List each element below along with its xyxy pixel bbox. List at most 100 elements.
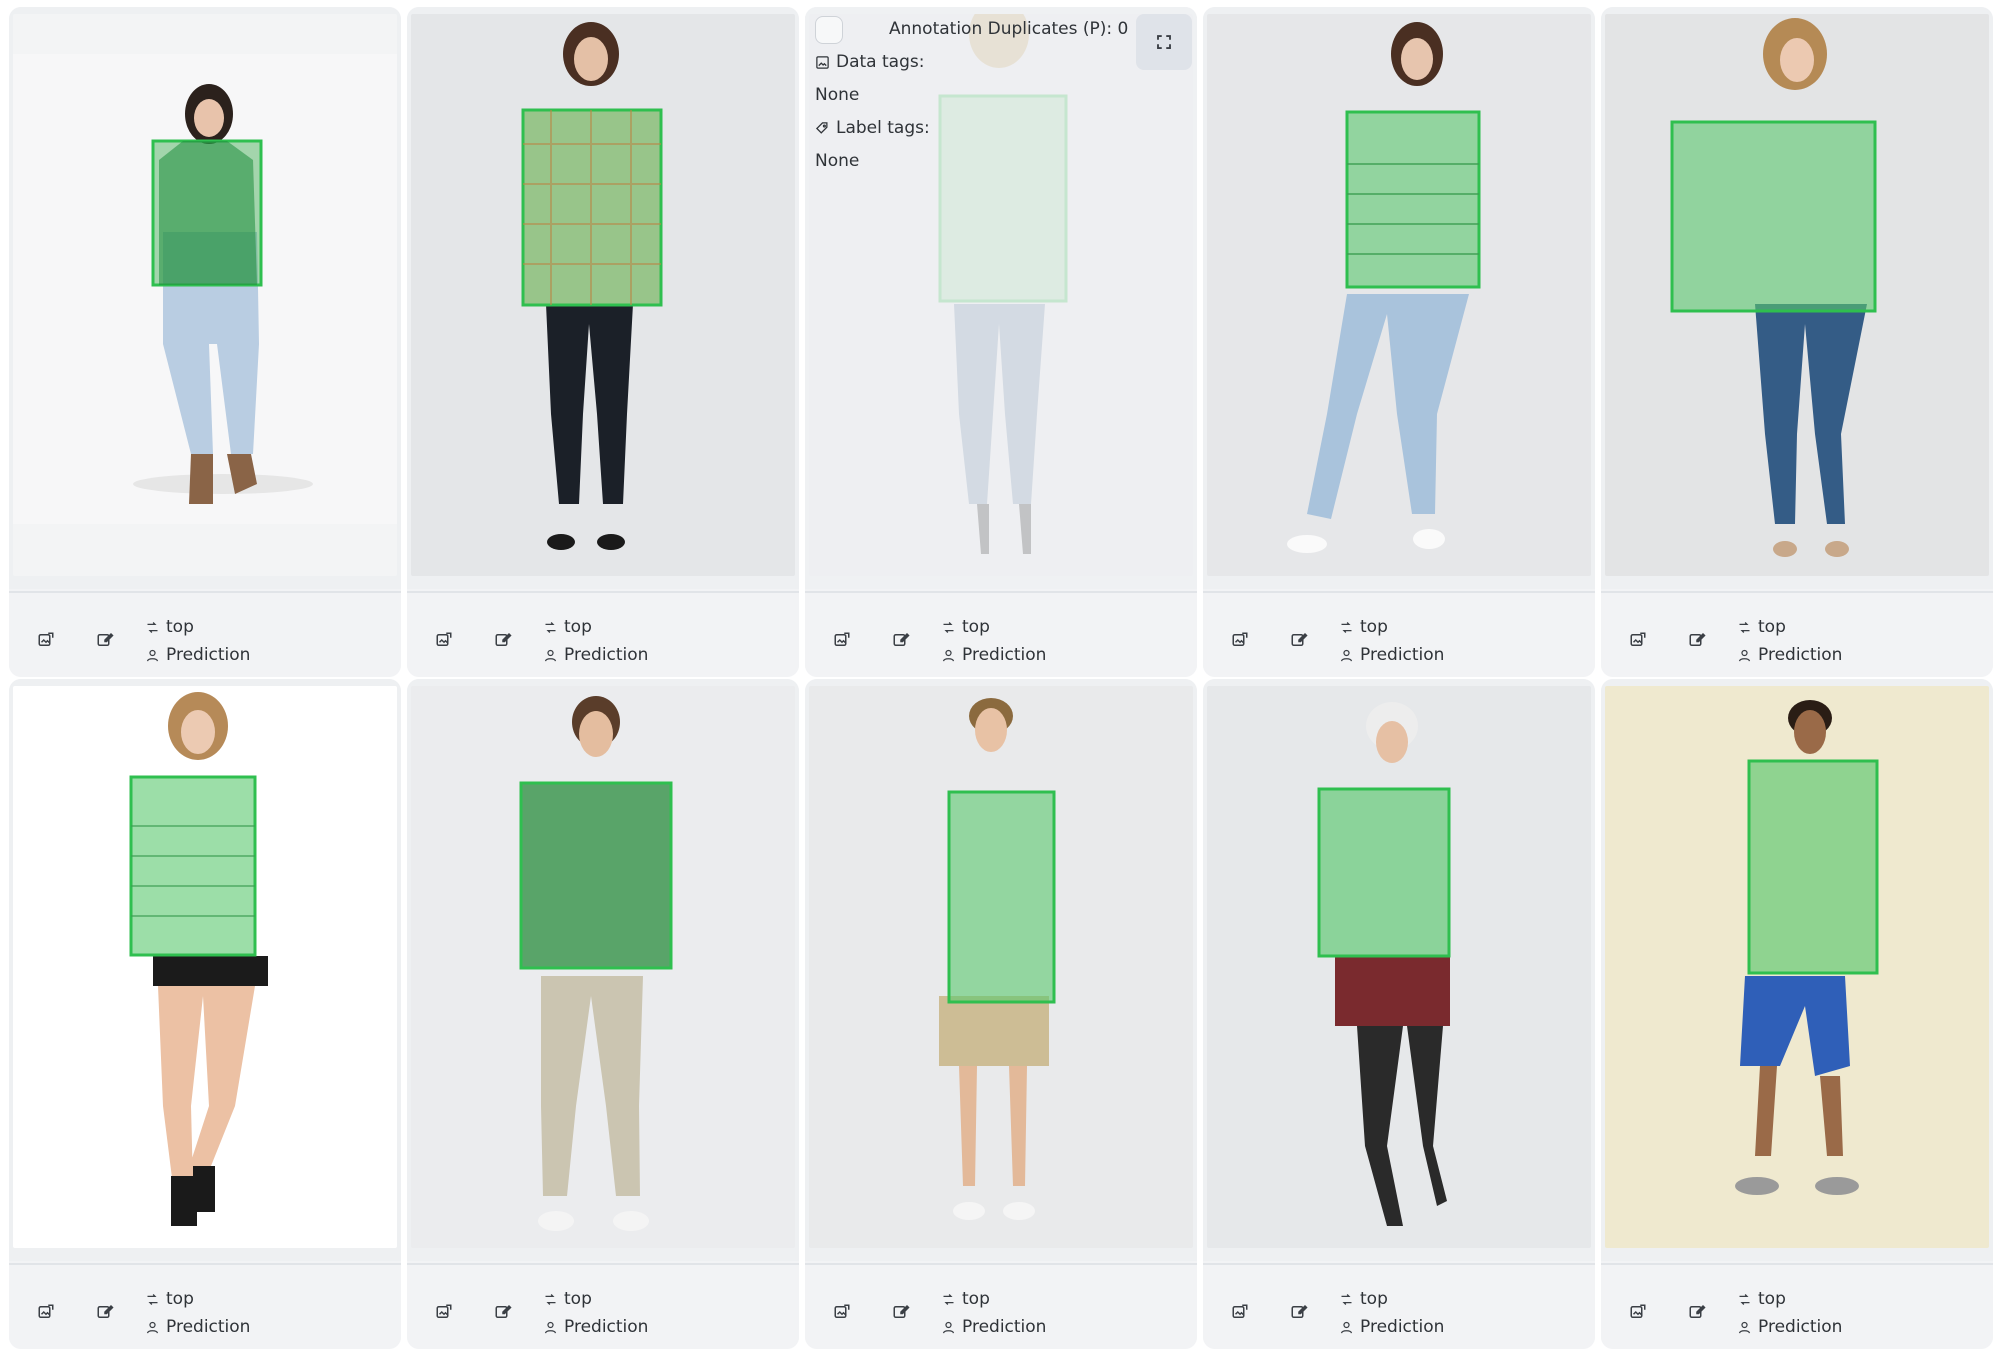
edit-icon[interactable] [493,630,513,650]
card-footer: top Prediction [407,591,799,677]
annotation-meta: top Prediction [543,613,648,669]
annotation-meta: top Prediction [145,613,250,669]
image-card[interactable]: top Prediction [407,679,799,1349]
source-text: Prediction [1360,645,1445,665]
image-area[interactable] [407,679,799,1261]
edit-icon[interactable] [1687,630,1707,650]
user-icon [1738,649,1751,661]
label-tags-text: Label tags: [836,118,930,138]
user-icon [544,649,557,661]
source-text: Prediction [564,1317,649,1337]
image-thumbnail[interactable] [13,686,397,1248]
edit-icon[interactable] [1289,630,1309,650]
label-icon [545,1293,556,1305]
card-footer: top Prediction [805,591,1197,677]
view-image-icon[interactable] [434,1302,454,1322]
image-card-hovered[interactable]: Annotation Duplicates (P): 0 Data tags: … [805,7,1197,677]
tag-icon [815,121,828,134]
image-card[interactable]: top Prediction [1601,7,1993,677]
view-image-icon[interactable] [36,630,56,650]
image-card[interactable]: top Prediction [1601,679,1993,1349]
source-text: Prediction [962,645,1047,665]
label-icon [943,621,954,633]
card-footer: top Prediction [1601,1263,1993,1349]
label-icon [1739,1293,1750,1305]
edit-icon[interactable] [1289,1302,1309,1322]
image-thumbnail[interactable] [1207,686,1591,1248]
image-area[interactable] [1601,679,1993,1261]
expand-button[interactable] [1136,14,1192,70]
label-text: top [564,617,592,637]
user-icon [146,649,159,661]
view-image-icon[interactable] [1628,630,1648,650]
data-tags-label: Data tags: [815,52,924,72]
image-card[interactable]: top Prediction [9,7,401,677]
image-card[interactable]: top Prediction [9,679,401,1349]
label-icon [147,621,158,633]
card-footer: top Prediction [9,1263,401,1349]
view-image-icon[interactable] [832,630,852,650]
user-icon [1340,649,1353,661]
user-icon [942,1321,955,1333]
image-thumbnail[interactable] [411,686,795,1248]
annotation-meta: top Prediction [941,1285,1046,1341]
annotation-meta: top Prediction [1339,613,1444,669]
image-thumbnail[interactable] [411,14,795,576]
edit-icon[interactable] [95,630,115,650]
annotation-overlay [519,781,673,970]
user-icon [146,1321,159,1333]
view-image-icon[interactable] [1628,1302,1648,1322]
view-image-icon[interactable] [434,630,454,650]
annotation-meta: top Prediction [1737,1285,1842,1341]
select-checkbox[interactable] [815,16,843,44]
image-area[interactable] [1203,679,1595,1261]
edit-icon[interactable] [1687,1302,1707,1322]
label-text: top [1758,617,1786,637]
image-thumbnail[interactable] [13,14,397,576]
label-icon [545,621,556,633]
image-icon [816,55,829,69]
image-card[interactable]: top Prediction [805,679,1197,1349]
edit-icon[interactable] [891,1302,911,1322]
view-image-icon[interactable] [1230,630,1250,650]
source-text: Prediction [1758,645,1843,665]
image-thumbnail[interactable] [1605,14,1989,576]
label-tags-label: Label tags: [815,118,930,138]
label-text: top [1360,617,1388,637]
annotation-duplicates: Annotation Duplicates (P): 0 [889,19,1129,39]
image-area[interactable] [805,679,1197,1261]
hover-overlay [805,7,1197,589]
source-text: Prediction [1758,1317,1843,1337]
image-thumbnail[interactable] [1605,686,1989,1248]
image-area[interactable] [407,7,799,589]
source-text: Prediction [166,645,251,665]
image-card[interactable]: top Prediction [407,7,799,677]
user-icon [942,649,955,661]
user-icon [544,1321,557,1333]
card-footer: top Prediction [805,1263,1197,1349]
image-area[interactable] [1203,7,1595,589]
image-card[interactable]: top Prediction [1203,7,1595,677]
view-image-icon[interactable] [36,1302,56,1322]
card-footer: top Prediction [1203,591,1595,677]
image-area[interactable] [9,7,401,589]
image-area[interactable] [9,679,401,1261]
image-area[interactable] [1601,7,1993,589]
annotation-overlay [947,790,1056,1004]
expand-icon [1157,35,1171,49]
view-image-icon[interactable] [1230,1302,1250,1322]
image-card[interactable]: top Prediction [1203,679,1595,1349]
image-area[interactable]: Annotation Duplicates (P): 0 Data tags: … [805,7,1197,589]
edit-icon[interactable] [891,630,911,650]
edit-icon[interactable] [493,1302,513,1322]
label-text: top [166,1289,194,1309]
image-thumbnail[interactable] [809,686,1193,1248]
annotation-overlay [151,139,263,287]
annotation-overlay [1345,110,1481,289]
card-footer: top Prediction [1203,1263,1595,1349]
image-thumbnail[interactable] [1207,14,1591,576]
source-text: Prediction [166,1317,251,1337]
view-image-icon[interactable] [832,1302,852,1322]
annotation-overlay [1317,787,1451,958]
edit-icon[interactable] [95,1302,115,1322]
